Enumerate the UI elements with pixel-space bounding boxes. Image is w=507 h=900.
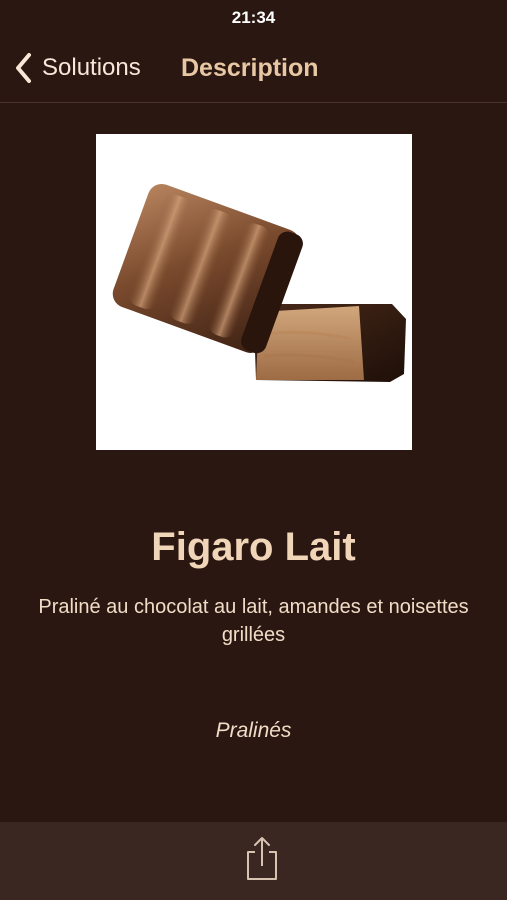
back-label: Solutions bbox=[42, 54, 141, 81]
product-description: Praliné au chocolat au lait, amandes et … bbox=[38, 596, 469, 646]
bottom-toolbar bbox=[0, 822, 507, 900]
navigation-bar: Solutions Description bbox=[0, 36, 507, 103]
share-button[interactable] bbox=[240, 834, 284, 884]
product-image bbox=[96, 134, 412, 450]
page-title: Description bbox=[181, 54, 319, 82]
product-name: Figaro Lait bbox=[151, 525, 356, 569]
back-button[interactable]: Solutions bbox=[14, 50, 141, 86]
share-icon bbox=[240, 837, 284, 888]
status-time: 21:34 bbox=[231, 8, 276, 27]
chevron-left-icon bbox=[14, 52, 34, 84]
status-bar: 21:34 bbox=[0, 0, 507, 36]
product-category: Pralinés bbox=[215, 719, 292, 742]
